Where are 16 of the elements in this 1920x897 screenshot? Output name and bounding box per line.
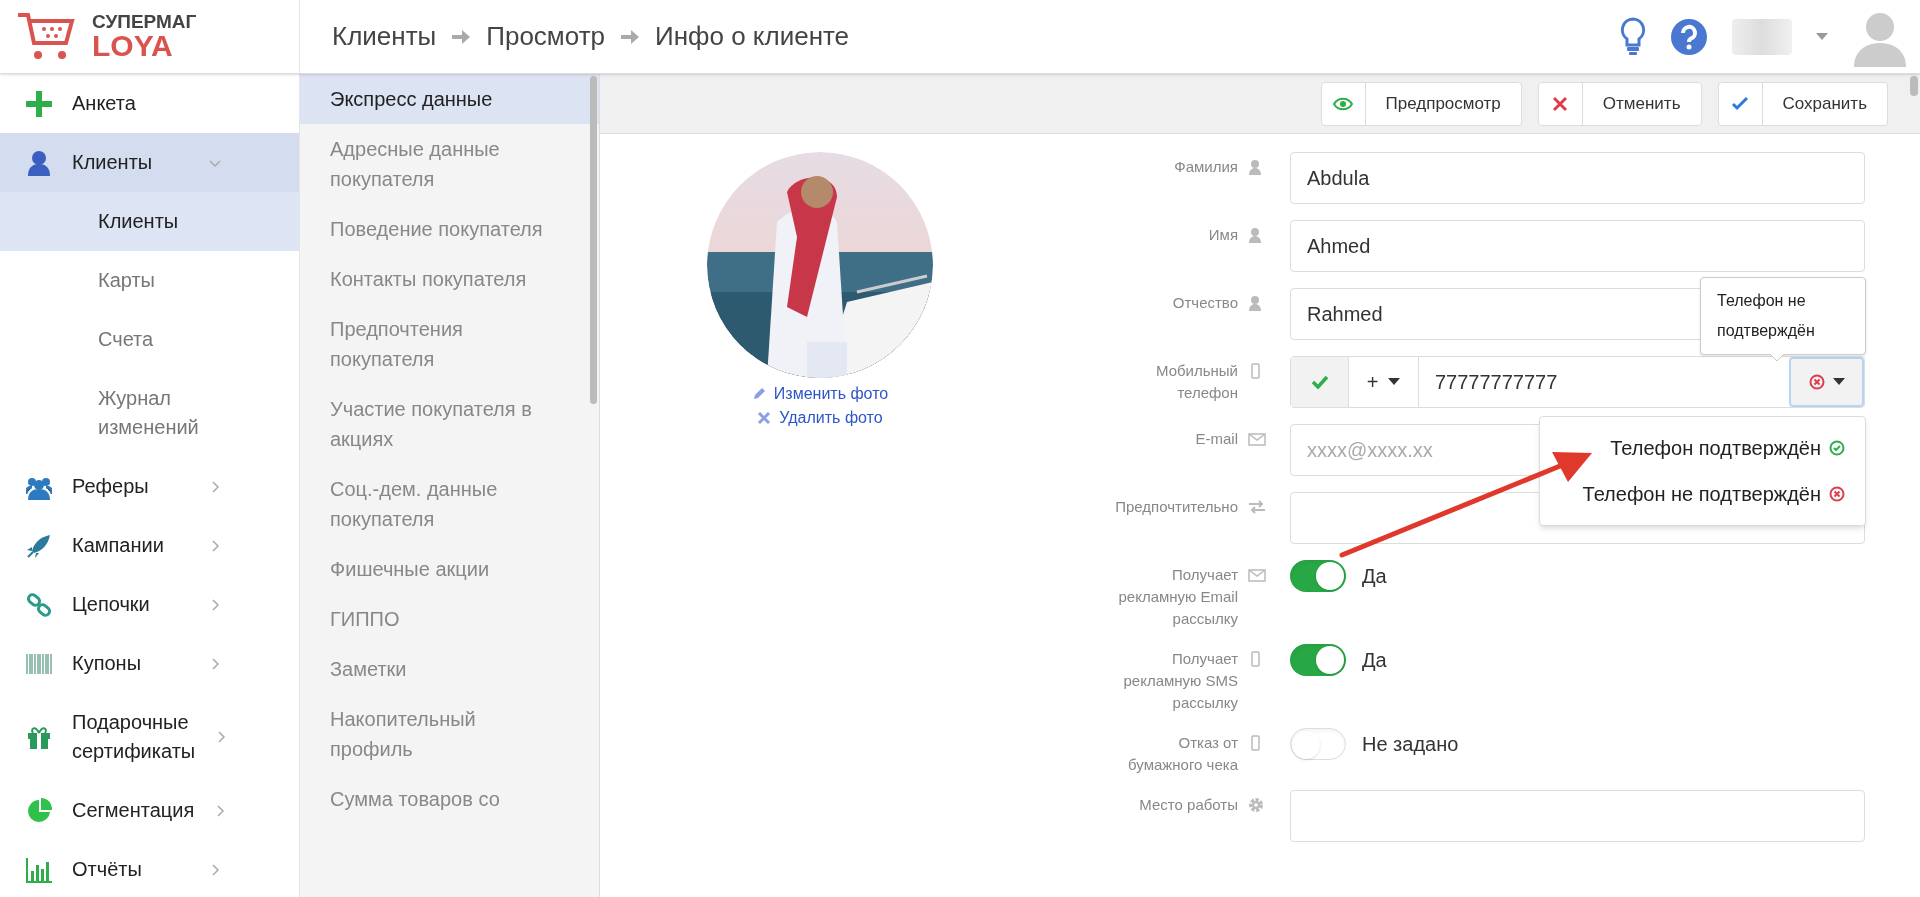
field-label: Фамилия [1174, 157, 1238, 177]
tooltip: Телефон не подтверждён [1700, 277, 1866, 355]
field-label: Получает рекламную SMS рассылку [1122, 649, 1238, 713]
field-label: Отчество [1172, 293, 1238, 313]
logo-text: СУПЕРМАГ [92, 12, 197, 31]
field-label: Место работы [1139, 795, 1238, 815]
logo-text: LOYA [92, 31, 174, 61]
field-label: E-mail [1195, 429, 1238, 449]
field-label: Получает рекламную Email рассылку [1117, 565, 1238, 629]
field-label: Отказ от бумажного чека [1127, 733, 1238, 775]
toggle-label: Да [1362, 564, 1387, 589]
field-label: Мобильный телефон [1155, 361, 1238, 403]
field-label: Предпочтительно [1115, 497, 1238, 517]
toggle-label: Да [1362, 648, 1387, 673]
field-label: Имя [1208, 225, 1238, 245]
toggle-label: Не задано [1362, 732, 1459, 757]
